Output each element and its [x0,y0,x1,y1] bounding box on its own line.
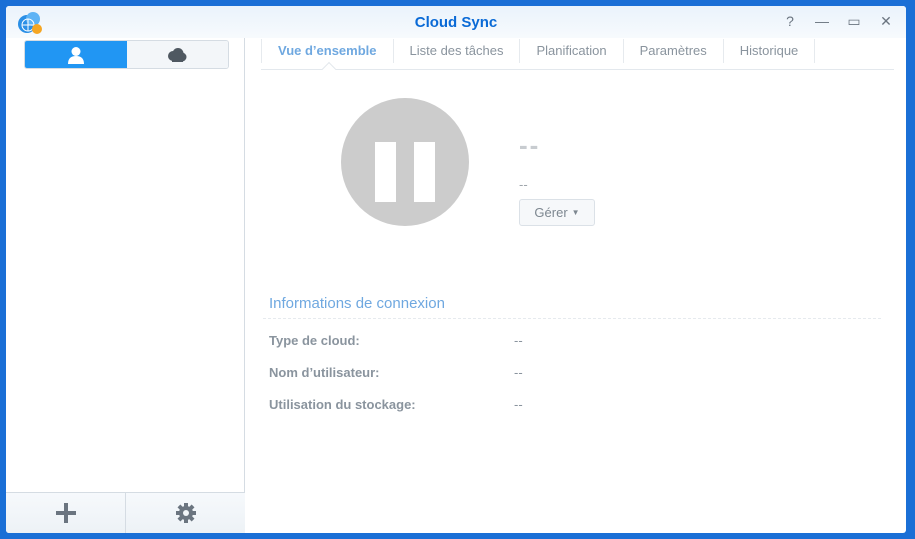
section-divider [263,318,881,319]
username-label: Nom d’utilisateur: [269,365,380,380]
maximize-button[interactable]: ▭ [846,13,862,30]
manage-label: Gérer [534,205,568,220]
manage-dropdown-button[interactable]: Gérer ▼ [519,199,595,226]
main-panel: Vue d’ensemble Liste des tâches Planific… [246,38,906,533]
window-title: Cloud Sync [414,14,498,31]
tab-history[interactable]: Historique [724,39,816,63]
tab-overview[interactable]: Vue d’ensemble [261,39,394,63]
user-icon [67,46,84,64]
tab-bar: Vue d’ensemble Liste des tâches Planific… [261,38,894,77]
tab-task-list[interactable]: Liste des tâches [394,39,521,63]
help-button[interactable]: ? [782,13,798,30]
close-button[interactable]: ✕ [878,13,894,30]
view-toggle [24,40,229,69]
pause-icon [341,98,469,226]
username-value: -- [514,365,523,380]
chevron-down-icon: ▼ [571,208,580,217]
cloud-type-value: -- [514,333,523,348]
sidebar [6,38,245,533]
connection-status: -- [519,177,528,192]
cloud-view-button[interactable] [126,41,228,68]
title-bar[interactable]: Cloud Sync ? — ▭ ✕ [6,6,906,38]
active-tab-caret [321,61,337,77]
plus-icon [55,503,76,523]
cloud-icon [168,47,187,62]
settings-button[interactable] [126,493,245,533]
tab-schedule[interactable]: Planification [520,39,624,63]
gear-icon [175,503,196,523]
minimize-button[interactable]: — [814,13,830,30]
cloud-type-label: Type de cloud: [269,333,360,348]
user-view-button[interactable] [25,41,127,68]
storage-usage-label: Utilisation du stockage: [269,397,416,412]
add-task-button[interactable] [6,493,126,533]
tab-settings[interactable]: Paramètres [624,39,724,63]
cloud-sync-window: Cloud Sync ? — ▭ ✕ Vue d’ensemble Liste … [6,6,906,533]
connection-name: -- [519,130,541,160]
section-title: Informations de connexion [269,295,445,312]
storage-usage-value: -- [514,397,523,412]
